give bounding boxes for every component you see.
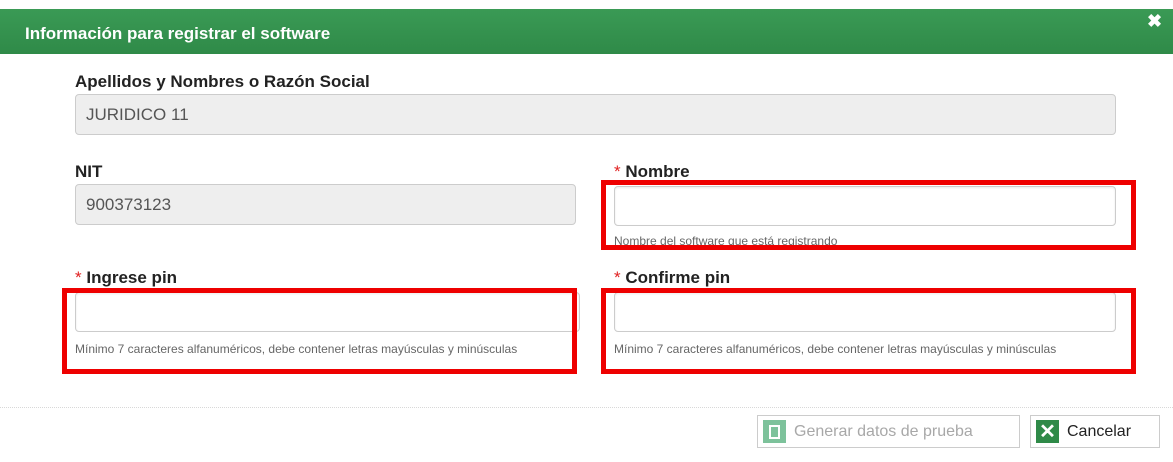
nit-field: 900373123 bbox=[75, 184, 576, 225]
register-software-dialog: Información para registrar el software ✖… bbox=[0, 0, 1173, 462]
nombre-label-text: Nombre bbox=[625, 162, 690, 181]
ingrese-pin-label-text: Ingrese pin bbox=[86, 268, 178, 287]
razon-social-label: Apellidos y Nombres o Razón Social bbox=[75, 72, 370, 91]
generate-test-data-label: Generar datos de prueba bbox=[794, 422, 973, 440]
cancel-label: Cancelar bbox=[1067, 422, 1132, 440]
nit-label: NIT bbox=[75, 162, 103, 181]
generate-test-data-button[interactable]: Generar datos de prueba bbox=[757, 415, 1020, 448]
close-x-icon: ✕ bbox=[1036, 420, 1059, 443]
footer-divider bbox=[0, 407, 1173, 408]
nombre-label: * Nombre bbox=[614, 162, 690, 182]
cancel-button[interactable]: ✕ Cancelar bbox=[1030, 415, 1160, 448]
razon-social-field: JURIDICO 11 bbox=[75, 94, 1116, 135]
dialog-titlebar: Información para registrar el software ✖ bbox=[0, 9, 1173, 54]
confirme-pin-label-text: Confirme pin bbox=[625, 268, 731, 287]
document-icon bbox=[763, 420, 786, 443]
highlight-box-nombre bbox=[601, 180, 1136, 250]
ingrese-pin-label: * Ingrese pin bbox=[75, 268, 177, 288]
highlight-box-confirme-pin bbox=[601, 288, 1136, 374]
required-asterisk: * bbox=[614, 162, 621, 181]
confirme-pin-label: * Confirme pin bbox=[614, 268, 730, 288]
required-asterisk: * bbox=[75, 268, 82, 287]
required-asterisk: * bbox=[614, 268, 621, 287]
highlight-box-ingrese-pin bbox=[62, 288, 577, 374]
dialog-title: Información para registrar el software bbox=[25, 24, 331, 43]
close-icon[interactable]: ✖ bbox=[1147, 12, 1162, 30]
